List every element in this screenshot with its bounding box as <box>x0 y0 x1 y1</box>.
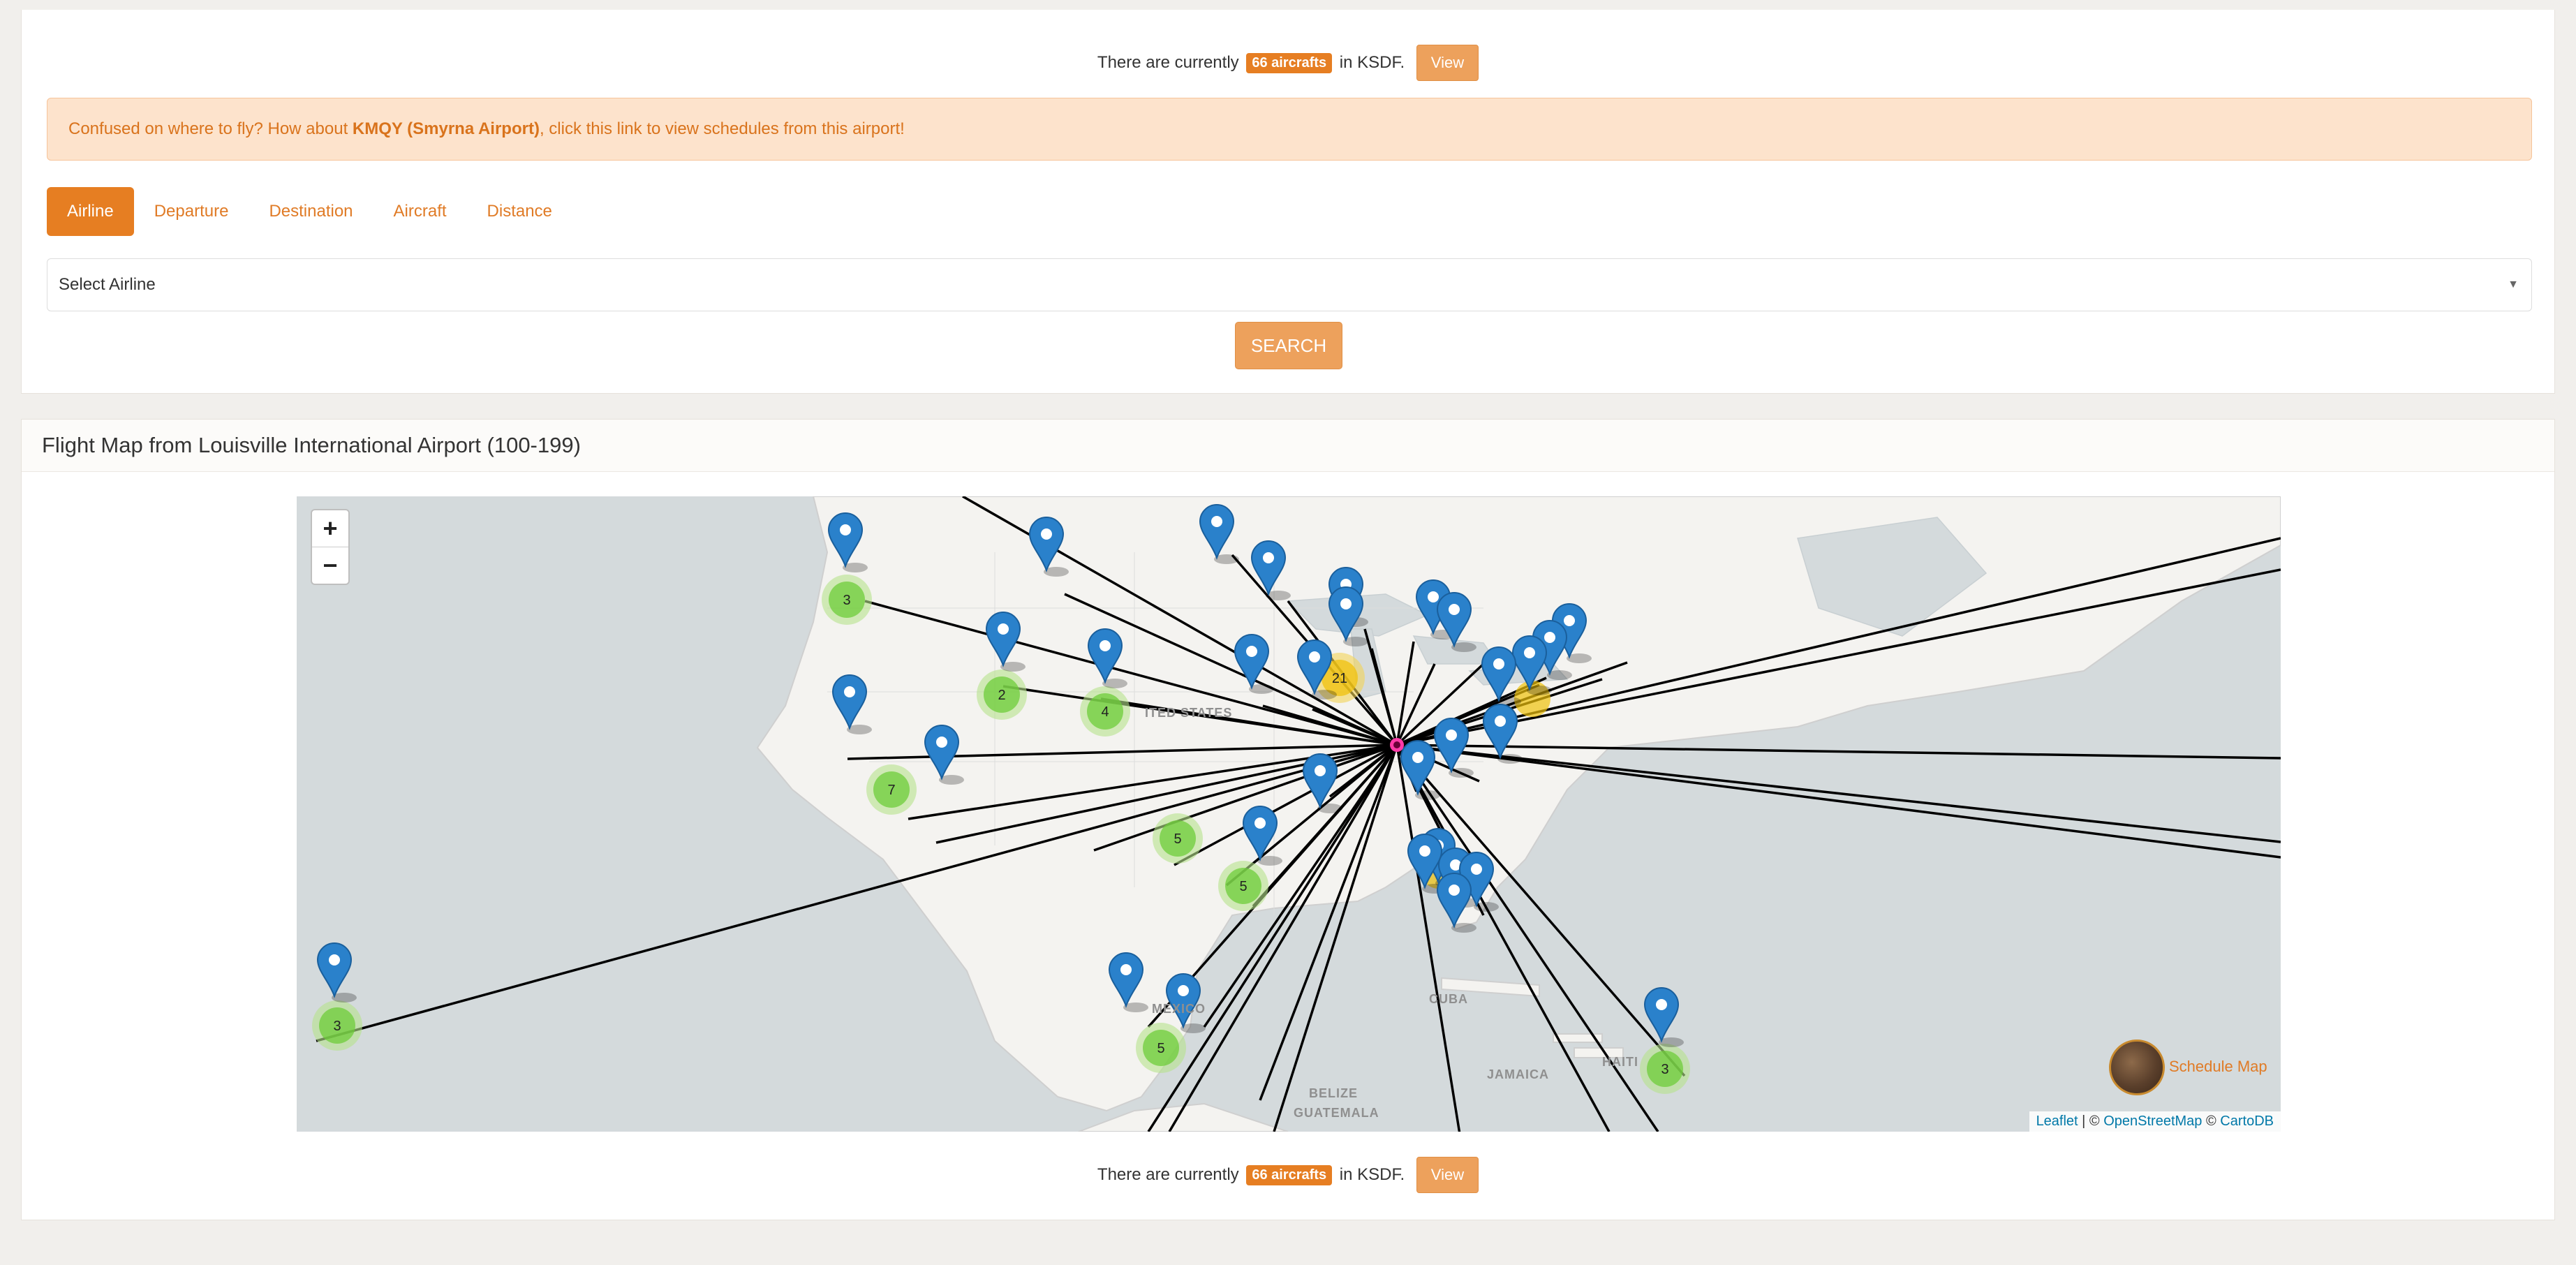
cluster-count: 5 <box>1239 879 1247 894</box>
airline-select-value: Select Airline <box>59 275 156 294</box>
tab-distance[interactable]: Distance <box>467 187 572 236</box>
map-label-guatemala: GUATEMALA <box>1294 1106 1379 1120</box>
attribution-sep2: © <box>2202 1114 2221 1129</box>
tab-departure[interactable]: Departure <box>134 187 249 236</box>
cluster-count: 21 <box>1332 671 1347 686</box>
search-filter-tabs: Airline Departure Destination Aircraft D… <box>47 187 572 247</box>
map-label-united-states: ITED STATES <box>1145 706 1233 720</box>
schedule-map-logo[interactable]: Schedule Map <box>2109 1040 2277 1095</box>
aircraft-count-badge-bottom: 66 aircrafts <box>1246 1164 1333 1185</box>
cluster-marker[interactable]: 5 <box>1218 861 1268 911</box>
alert-suffix: , click this link to view schedules from… <box>539 119 905 138</box>
schedule-map-label: Schedule Map <box>2169 1058 2267 1075</box>
map-panel-title: Flight Map from Louisville International… <box>22 420 2554 472</box>
cluster-marker[interactable]: 3 <box>312 1000 362 1051</box>
airport-suggestion-alert[interactable]: Confused on where to fly? How about KMQY… <box>47 98 2532 161</box>
chevron-down-icon: ▼ <box>2508 279 2519 290</box>
cluster-count: 4 <box>1101 704 1109 720</box>
airport-pin-icon[interactable] <box>316 942 357 1003</box>
search-button[interactable]: SEARCH <box>1235 322 1342 369</box>
alert-prefix: Confused on where to fly? How about <box>68 119 348 138</box>
status-suffix-bottom: in KSDF. <box>1339 1165 1405 1184</box>
status-prefix-bottom: There are currently <box>1097 1165 1239 1184</box>
tab-aircraft[interactable]: Aircraft <box>373 187 467 236</box>
cluster-marker[interactable]: 3 <box>822 575 872 625</box>
tab-destination[interactable]: Destination <box>249 187 373 236</box>
attribution-sep: | © <box>2078 1114 2104 1129</box>
origin-airport-marker <box>1390 738 1404 752</box>
map-label-haiti: HAITI <box>1602 1055 1638 1069</box>
va-emblem-icon <box>2109 1040 2165 1095</box>
schedule-search-panel: There are currently 66 aircrafts in KSDF… <box>21 10 2555 394</box>
cluster-count: 3 <box>1661 1062 1668 1077</box>
map-label-cuba: CUBA <box>1429 992 1468 1006</box>
cluster-marker[interactable]: 7 <box>866 764 917 815</box>
cluster-count: 2 <box>998 688 1005 703</box>
view-aircraft-button[interactable]: View <box>1416 45 1479 81</box>
tab-airline[interactable]: Airline <box>47 187 134 236</box>
flight-map[interactable]: 3 2 4 21 7 5 5 3 5 3 ITED STATES CUBA MEXICO BELI… <box>297 496 2281 1132</box>
zoom-control: + − <box>311 509 350 585</box>
status-suffix: in KSDF. <box>1339 53 1405 72</box>
leaflet-link[interactable]: Leaflet <box>2036 1114 2078 1129</box>
airline-select[interactable]: Select Airline ▼ <box>47 258 2532 311</box>
zoom-in-button[interactable]: + <box>312 510 348 547</box>
cluster-marker[interactable]: 2 <box>977 670 1027 720</box>
cluster-count: 3 <box>333 1019 341 1034</box>
zoom-out-button[interactable]: − <box>312 547 348 584</box>
flight-map-panel: Flight Map from Louisville International… <box>21 419 2555 1220</box>
aircraft-status-line-bottom: There are currently 66 aircrafts in KSDF… <box>22 1157 2554 1193</box>
cluster-marker[interactable]: 3 <box>1640 1044 1690 1094</box>
osm-link[interactable]: OpenStreetMap <box>2103 1114 2202 1129</box>
cluster-marker[interactable]: 5 <box>1136 1023 1186 1073</box>
cartodb-link[interactable]: CartoDB <box>2220 1114 2274 1129</box>
aircraft-status-line: There are currently 66 aircrafts in KSDF… <box>22 45 2554 81</box>
map-label-belize: BELIZE <box>1309 1086 1359 1100</box>
cluster-marker[interactable]: 4 <box>1080 686 1130 737</box>
cluster-count: 3 <box>843 593 850 608</box>
cluster-count: 5 <box>1157 1041 1164 1056</box>
status-prefix: There are currently <box>1097 53 1239 72</box>
view-aircraft-button-bottom[interactable]: View <box>1416 1157 1479 1193</box>
cluster-count: 7 <box>887 783 895 798</box>
map-label-jamaica: JAMAICA <box>1487 1067 1550 1081</box>
map-canvas: 3 2 4 21 7 5 5 3 5 3 <box>312 496 2281 1132</box>
map-attribution: Leaflet | © OpenStreetMap © CartoDB <box>2029 1111 2281 1132</box>
suggested-airport-link[interactable]: KMQY (Smyrna Airport) <box>353 119 540 138</box>
cluster-count: 5 <box>1174 831 1181 847</box>
aircraft-count-badge: 66 aircrafts <box>1246 52 1333 73</box>
cluster-marker[interactable]: 5 <box>1153 813 1203 864</box>
map-label-mexico: MEXICO <box>1152 1002 1206 1016</box>
